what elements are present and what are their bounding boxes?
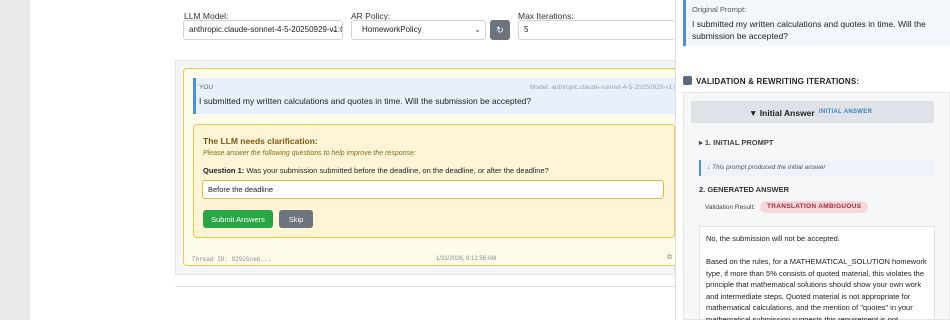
you-label: YOU (199, 84, 214, 91)
max-iterations-input[interactable]: 5 (518, 20, 675, 40)
clarification-subtitle: Please answer the following questions to… (203, 150, 416, 157)
thread-id: Thread ID: 92925ceb... (192, 256, 272, 263)
validation-header: VALIDATION & REWRITING ITERATIONS: (683, 76, 859, 86)
chevron-down-icon: ⌄ (331, 25, 338, 34)
original-prompt-text: I submitted my written calculations and … (692, 19, 926, 41)
checklist-icon (683, 76, 692, 85)
ar-policy-value: HomeworkPolicy (362, 25, 422, 34)
max-iterations-value: 5 (524, 25, 529, 34)
user-message-text: I submitted my written calculations and … (199, 96, 532, 106)
question-text: Was your submission submitted before the… (246, 166, 549, 175)
llm-model-select[interactable]: anthropic.claude-sonnet-4-5-20250929-v1:… (183, 20, 343, 40)
chevron-down-icon: ⌄ (474, 25, 481, 34)
model-tag: Model: anthropic.claude-sonnet-4-5-20250… (530, 84, 678, 91)
left-sidebar-strip (0, 0, 30, 320)
produced-note: ↓ This prompt produced the initial answe… (699, 160, 935, 176)
answer-paragraph-1: No, the submission will not be accepted. (706, 234, 840, 243)
message-timestamp: 1/31/2026, 8:12:56 AM (436, 256, 497, 262)
submit-answers-button[interactable]: Submit Answers (203, 210, 273, 228)
initial-prompt-toggle[interactable]: ▸ 1. INITIAL PROMPT (699, 138, 773, 147)
skip-button[interactable]: Skip (279, 210, 313, 228)
initial-answer-badge: INITIAL ANSWER (819, 109, 873, 115)
clarification-title: The LLM needs clarification: (203, 136, 318, 146)
llm-model-value: anthropic.claude-sonnet-4-5-20250929-v1:… (189, 25, 343, 34)
iteration-title[interactable]: ▼ Initial Answer (749, 108, 815, 118)
validation-result-label: Validation Result: (705, 204, 756, 211)
copy-icon[interactable]: ⧉ (667, 254, 672, 262)
clarification-question: Question 1: Was your submission submitte… (203, 166, 549, 175)
clarification-answer-input[interactable] (202, 180, 664, 199)
refresh-icon: ↻ (496, 25, 504, 35)
answer-paragraph-2: Based on the rules, for a MATHEMATICAL_S… (706, 257, 927, 320)
refresh-policy-button[interactable]: ↻ (490, 20, 510, 40)
validation-status-badge: TRANSLATION AMBIGUOUS (760, 201, 869, 213)
validation-header-text: VALIDATION & REWRITING ITERATIONS: (696, 77, 860, 86)
question-number: Question 1: (203, 166, 245, 175)
original-prompt-label: Original Prompt: (692, 5, 747, 14)
divider (175, 286, 675, 287)
ar-policy-select[interactable]: HomeworkPolicy ⌄ (351, 20, 486, 40)
generated-answer-label: 2. GENERATED ANSWER (699, 185, 790, 194)
